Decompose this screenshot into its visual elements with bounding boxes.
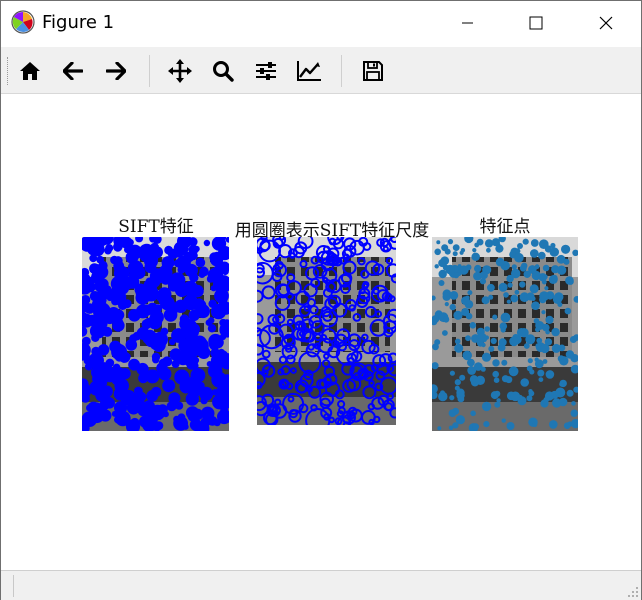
status-message — [13, 575, 626, 597]
maximize-button[interactable] — [513, 1, 559, 45]
arrow-right-icon — [106, 62, 126, 80]
figure-canvas[interactable]: SIFT特征 用圆圈表示SIFT特征尺度 特征点 — [1, 94, 641, 569]
figure-window: Figure 1 SIFT特征 用圆圈表示SIFT特征尺度 特征点 — [0, 0, 642, 600]
toolbar-separator — [149, 55, 150, 87]
navigation-toolbar — [1, 47, 641, 94]
resize-grip-icon[interactable] — [627, 586, 639, 598]
subplot-image-keypoints[interactable] — [432, 237, 578, 431]
home-button[interactable] — [15, 56, 45, 86]
matplotlib-logo-icon — [11, 10, 35, 34]
status-bar — [1, 570, 641, 600]
minimize-button[interactable] — [445, 1, 491, 45]
home-icon — [20, 62, 40, 80]
toolbar-separator — [341, 55, 342, 87]
subplot-title-keypoints: 特征点 — [479, 217, 531, 237]
forward-button[interactable] — [101, 56, 131, 86]
sliders-icon — [256, 62, 276, 80]
subplot-title-sift: SIFT特征 — [118, 217, 194, 237]
back-button[interactable] — [58, 56, 88, 86]
move-icon — [168, 59, 192, 83]
zoom-icon — [213, 61, 234, 82]
arrow-left-icon — [63, 62, 83, 80]
edit-axis-button[interactable] — [294, 56, 324, 86]
window-title: Figure 1 — [42, 12, 115, 33]
title-bar[interactable]: Figure 1 — [1, 1, 641, 45]
subplot-image-sift-scale-circles[interactable] — [257, 237, 396, 425]
toolbar-grip[interactable] — [7, 57, 11, 85]
subplot-image-sift-features[interactable] — [82, 237, 229, 431]
minimize-icon — [462, 22, 473, 24]
maximize-icon — [529, 16, 543, 30]
zoom-button[interactable] — [208, 56, 238, 86]
save-button[interactable] — [358, 56, 388, 86]
close-icon — [599, 16, 613, 30]
chart-edit-icon — [297, 61, 321, 81]
pan-button[interactable] — [165, 56, 195, 86]
configure-subplots-button[interactable] — [251, 56, 281, 86]
save-icon — [363, 61, 383, 81]
close-button[interactable] — [583, 1, 629, 45]
